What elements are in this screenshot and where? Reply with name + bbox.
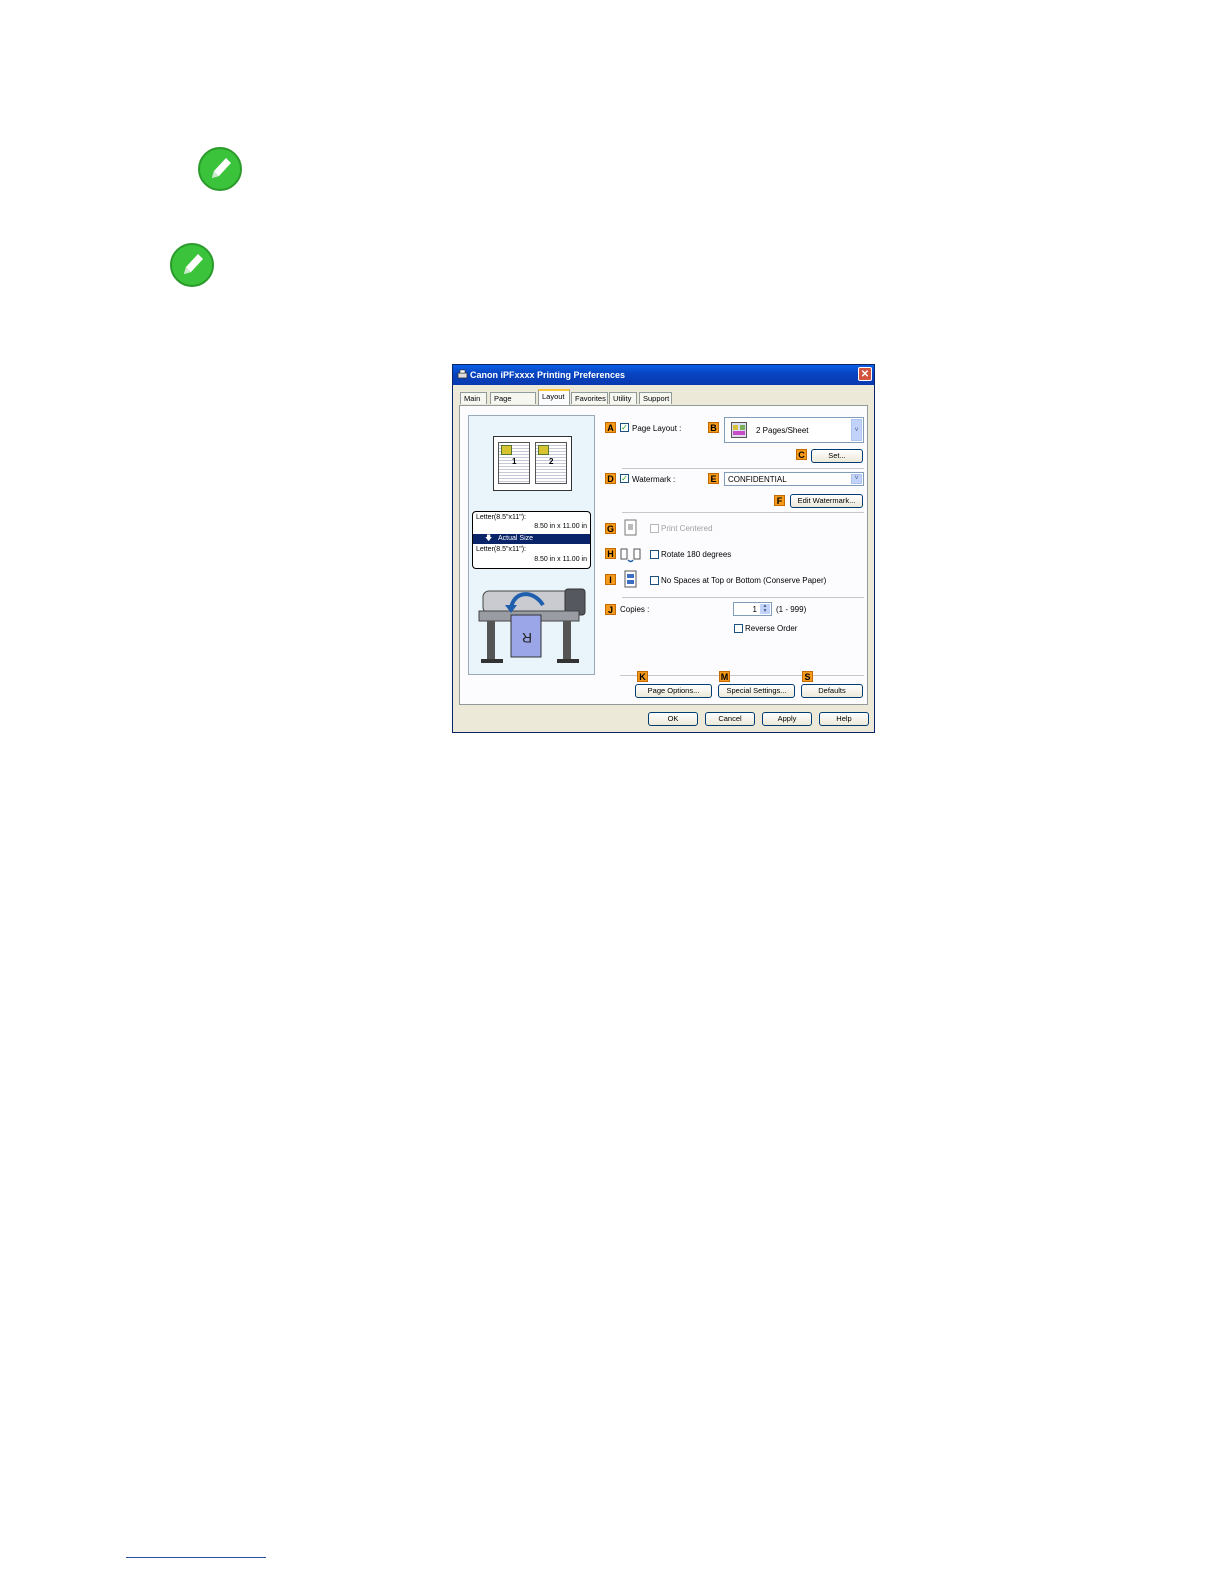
page-thumbnail: 2 [535, 442, 567, 484]
rotate-label: Rotate 180 degrees [661, 550, 732, 559]
set-button[interactable]: Set... [811, 449, 863, 463]
chevron-down-icon[interactable]: ˅ [851, 419, 862, 441]
title-bar[interactable]: Canon iPFxxxx Printing Preferences ✕ [453, 365, 874, 385]
no-spaces-checkbox[interactable] [650, 576, 659, 585]
tab-main[interactable]: Main [460, 392, 487, 404]
page-number: 2 [549, 457, 554, 466]
marker-j: J [605, 604, 616, 615]
printer-app-icon [457, 369, 468, 379]
page-thumbnail: 1 [498, 442, 530, 484]
marker-f: F [774, 495, 785, 506]
no-spaces-label: No Spaces at Top or Bottom (Conserve Pap… [661, 576, 827, 585]
page-layout-select[interactable]: 2 Pages/Sheet ˅ [724, 417, 864, 443]
marker-i: I [605, 574, 616, 585]
marker-h: H [605, 548, 616, 559]
copies-stepper[interactable]: 1 ▲ ▼ [733, 602, 772, 616]
printer-illustration: R [478, 588, 586, 663]
page-layout-label: Page Layout : [632, 424, 682, 433]
copies-range: (1 - 999) [776, 605, 807, 614]
reverse-order-label: Reverse Order [745, 624, 798, 633]
ok-button[interactable]: OK [648, 712, 698, 726]
cancel-button[interactable]: Cancel [705, 712, 755, 726]
copies-label: Copies : [620, 605, 650, 614]
page-options-button[interactable]: Page Options... [635, 684, 712, 698]
actual-size-bar: 🡇 Actual Size [473, 534, 590, 544]
tab-favorites[interactable]: Favorites [571, 392, 608, 404]
close-button[interactable]: ✕ [858, 367, 872, 381]
spin-arrows-icon[interactable]: ▲ ▼ [760, 604, 770, 614]
tab-page-setup[interactable]: Page Setup [490, 392, 536, 415]
page-layout-checkbox[interactable]: ✓ [620, 423, 629, 432]
watermark-label: Watermark : [632, 475, 676, 484]
copies-value: 1 [752, 605, 757, 614]
page-layout-value: 2 Pages/Sheet [756, 426, 809, 435]
marker-e: E [708, 473, 719, 484]
layout-panel: 1 2 Letter(8.5"x11"): 8.50 in x 11.00 in… [459, 405, 868, 705]
paper-size-box: Letter(8.5"x11"): 8.50 in x 11.00 in 🡇 A… [472, 511, 591, 569]
layout-thumbnail: 1 2 [493, 436, 572, 491]
tab-support[interactable]: Support [639, 392, 672, 404]
dialog-title: Canon iPFxxxx Printing Preferences [470, 370, 626, 380]
tab-utility[interactable]: Utility [609, 392, 637, 404]
marker-s: S [802, 671, 813, 682]
watermark-value: CONFIDENTIAL [728, 475, 787, 484]
footer-link-underline[interactable] [126, 1557, 266, 1558]
pencil-note-icon [198, 147, 242, 191]
print-centered-checkbox[interactable] [650, 524, 659, 533]
page-number: 1 [512, 457, 517, 466]
watermark-select[interactable]: CONFIDENTIAL ˅ [724, 472, 864, 486]
help-button[interactable]: Help [819, 712, 869, 726]
chevron-down-icon[interactable]: ˅ [851, 474, 862, 484]
tab-layout[interactable]: Layout [538, 389, 570, 405]
special-settings-button[interactable]: Special Settings... [718, 684, 795, 698]
print-centered-icon [624, 519, 637, 536]
marker-a: A [605, 422, 616, 433]
marker-b: B [708, 422, 719, 433]
watermark-checkbox[interactable]: ✓ [620, 474, 629, 483]
printing-preferences-dialog: Canon iPFxxxx Printing Preferences ✕ Mai… [452, 364, 875, 733]
conserve-paper-icon [624, 570, 637, 588]
marker-k: K [637, 671, 648, 682]
rotate-checkbox[interactable] [650, 550, 659, 559]
marker-d: D [605, 473, 616, 484]
layout-icon [731, 422, 747, 438]
marker-g: G [605, 523, 616, 534]
arrow-down-icon: 🡇 [485, 535, 493, 542]
paper-letter: R [522, 630, 532, 646]
edit-watermark-button[interactable]: Edit Watermark... [790, 494, 863, 508]
rotate-icon [620, 548, 641, 563]
actual-size-label: Actual Size [498, 535, 534, 542]
marker-m: M [719, 671, 730, 682]
apply-button[interactable]: Apply [762, 712, 812, 726]
print-centered-label: Print Centered [661, 524, 713, 533]
reverse-order-checkbox[interactable] [734, 624, 743, 633]
pencil-note-icon [170, 243, 214, 287]
defaults-button[interactable]: Defaults [801, 684, 863, 698]
source-size-name: Letter(8.5"x11"): [476, 514, 526, 521]
preview-area: 1 2 Letter(8.5"x11"): 8.50 in x 11.00 in… [468, 415, 595, 675]
output-size-name: Letter(8.5"x11"): [476, 546, 526, 553]
marker-c: C [796, 449, 807, 460]
source-size-dims: 8.50 in x 11.00 in [534, 523, 587, 530]
output-size-dims: 8.50 in x 11.00 in [534, 556, 587, 563]
